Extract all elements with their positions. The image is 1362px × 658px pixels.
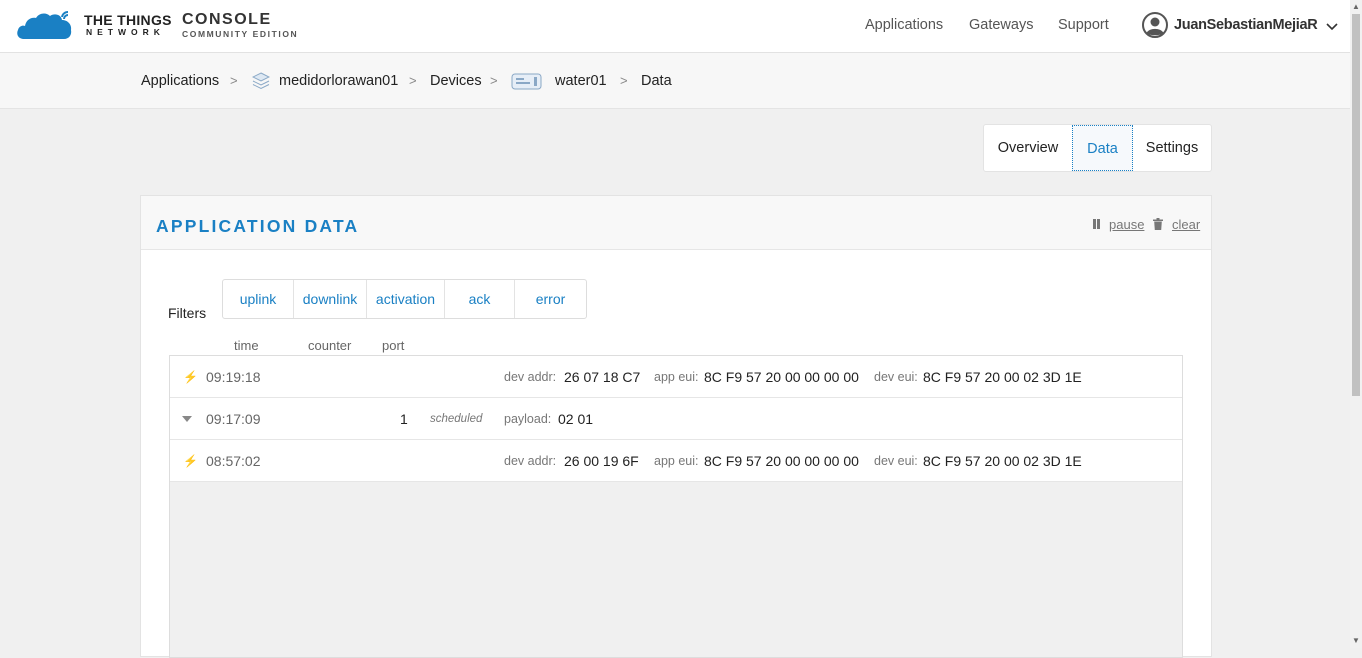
message-time: 08:57:02 [206, 453, 261, 469]
filters-label: Filters [168, 305, 207, 321]
dev-eui-value: 8C F9 57 20 00 02 3D 1E [923, 369, 1082, 385]
message-row[interactable]: ⚡ 09:19:18 dev addr: 26 07 18 C7 app eui… [170, 356, 1182, 398]
breadcrumb-applications[interactable]: Applications [141, 73, 219, 89]
tab-overview[interactable]: Overview [984, 125, 1072, 171]
ttn-logo[interactable] [16, 9, 78, 41]
app-eui-value: 8C F9 57 20 00 00 00 00 [704, 369, 859, 385]
payload-label: payload: [504, 412, 552, 426]
message-list: ⚡ 09:19:18 dev addr: 26 07 18 C7 app eui… [169, 355, 1183, 658]
scroll-down-arrow-icon[interactable]: ▼ [1352, 636, 1360, 645]
user-name: JuanSebastianMejiaR [1174, 17, 1318, 33]
lightning-icon: ⚡ [183, 454, 198, 468]
application-layers-icon [252, 72, 270, 90]
avatar-icon [1142, 12, 1168, 38]
message-time: 09:17:09 [206, 411, 261, 427]
user-menu[interactable]: JuanSebastianMejiaR [1142, 12, 1338, 38]
nav-support-link[interactable]: Support [1058, 17, 1109, 33]
page-scrollbar[interactable]: ▲ ▼ [1350, 0, 1362, 648]
breadcrumb-separator: > [620, 73, 628, 88]
message-status: scheduled [430, 413, 483, 425]
message-time: 09:19:18 [206, 369, 261, 385]
console-subtitle: COMMUNITY EDITION [182, 29, 299, 39]
device-icon [511, 73, 542, 90]
dev-addr-value: 26 07 18 C7 [564, 369, 641, 385]
column-header-counter: counter [308, 338, 352, 353]
breadcrumb-device-name[interactable]: water01 [555, 73, 607, 89]
dev-eui-label: dev eui: [874, 454, 918, 468]
dev-eui-value: 8C F9 57 20 00 02 3D 1E [923, 453, 1082, 469]
pause-icon[interactable] [1092, 219, 1101, 229]
tab-data[interactable]: Data [1072, 125, 1133, 171]
breadcrumb-separator: > [409, 73, 417, 88]
top-navbar: THE THINGS NETWORK CONSOLE COMMUNITY EDI… [0, 0, 1350, 53]
dev-addr-label: dev addr: [504, 370, 557, 384]
filter-uplink[interactable]: uplink [223, 280, 294, 318]
breadcrumb-devices[interactable]: Devices [430, 73, 482, 89]
nav-applications-link[interactable]: Applications [865, 17, 943, 33]
caret-down-icon [182, 416, 192, 422]
message-port: 1 [400, 411, 408, 427]
clear-button[interactable]: clear [1172, 217, 1200, 232]
trash-icon[interactable] [1153, 218, 1163, 230]
panel-title: APPLICATION DATA [156, 216, 360, 236]
pause-button[interactable]: pause [1109, 217, 1144, 232]
application-data-panel: APPLICATION DATA pause clear Filters upl… [140, 195, 1212, 658]
logo-text-line2: NETWORK [86, 27, 165, 37]
device-tabs: Overview Data Settings [983, 124, 1212, 172]
dev-eui-label: dev eui: [874, 370, 918, 384]
dev-addr-value: 26 00 19 6F [564, 453, 639, 469]
breadcrumb-separator: > [490, 73, 498, 88]
scroll-up-arrow-icon[interactable]: ▲ [1352, 2, 1360, 11]
nav-gateways-link[interactable]: Gateways [969, 17, 1033, 33]
tab-settings[interactable]: Settings [1133, 125, 1211, 171]
filter-group: uplink downlink activation ack error [222, 279, 587, 319]
app-eui-value: 8C F9 57 20 00 00 00 00 [704, 453, 859, 469]
filter-downlink[interactable]: downlink [294, 280, 367, 318]
logo-text-line1: THE THINGS [84, 12, 172, 28]
column-header-time: time [234, 338, 259, 353]
column-header-port: port [382, 338, 405, 353]
console-title: CONSOLE [182, 11, 272, 28]
breadcrumb-app-name[interactable]: medidorlorawan01 [279, 73, 398, 89]
lightning-icon: ⚡ [183, 370, 198, 384]
app-eui-label: app eui: [654, 370, 699, 384]
dev-addr-label: dev addr: [504, 454, 557, 468]
filter-ack[interactable]: ack [445, 280, 515, 318]
scrollbar-thumb[interactable] [1352, 14, 1360, 396]
message-row[interactable]: ⚡ 08:57:02 dev addr: 26 00 19 6F app eui… [170, 440, 1182, 482]
panel-header: APPLICATION DATA pause clear [141, 196, 1211, 250]
message-row[interactable]: 09:17:09 1 scheduled payload: 02 01 [170, 398, 1182, 440]
filter-error[interactable]: error [515, 280, 586, 318]
filter-activation[interactable]: activation [367, 280, 445, 318]
breadcrumb-separator: > [230, 73, 238, 88]
cloud-logo-icon [17, 10, 72, 39]
breadcrumb: Applications > medidorlorawan01 > Device… [0, 53, 1350, 109]
payload-value: 02 01 [558, 411, 594, 427]
chevron-down-icon [1326, 23, 1338, 31]
app-eui-label: app eui: [654, 454, 699, 468]
breadcrumb-current: Data [641, 73, 672, 89]
